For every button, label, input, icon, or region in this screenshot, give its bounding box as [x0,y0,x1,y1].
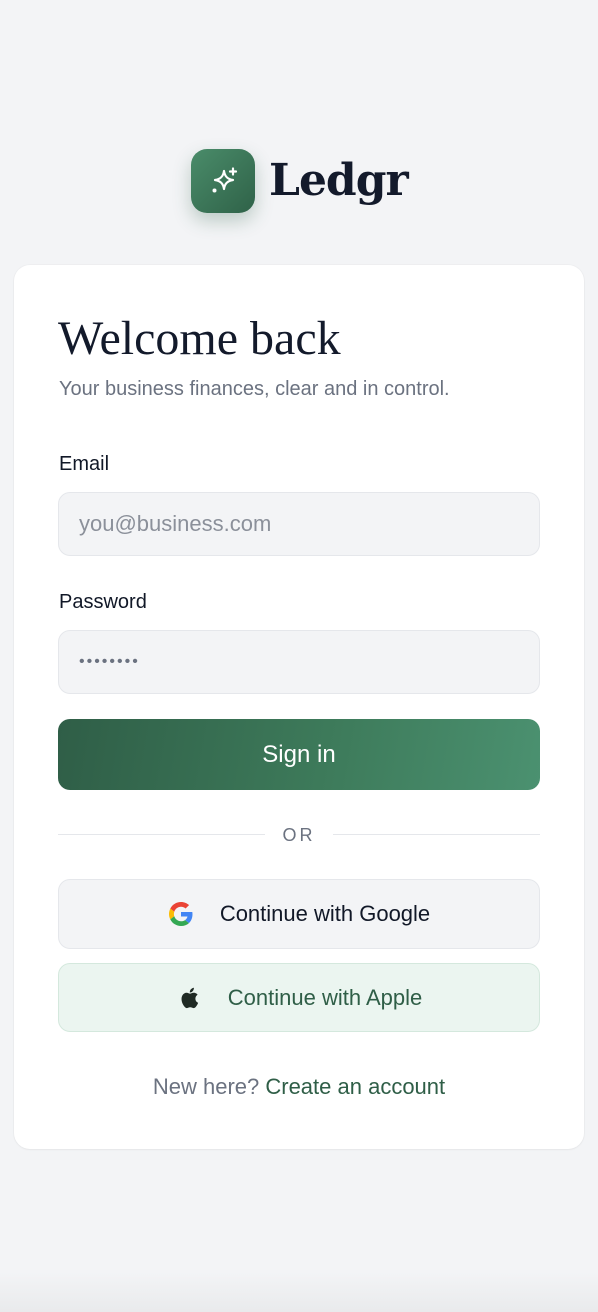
page-subtitle: Your business finances, clear and in con… [59,378,450,400]
login-card: Welcome back Your business finances, cle… [14,265,584,1149]
password-label: Password [59,591,147,613]
divider-label: OR [282,825,316,845]
password-field[interactable] [58,630,540,694]
google-icon [168,901,194,927]
continue-with-google-button[interactable]: Continue with Google [58,879,540,949]
continue-with-apple-button[interactable]: Continue with Apple [58,963,540,1032]
apple-icon [176,985,202,1011]
bottom-fade [0,1272,598,1312]
brand-header: Ledgr [191,149,409,213]
sign-in-button[interactable]: Sign in [58,719,540,790]
email-field[interactable] [58,492,540,556]
signup-prompt: New here? Create an account [58,1073,540,1101]
apple-button-label: Continue with Apple [227,984,423,1010]
email-label: Email [59,453,110,475]
sparkle-icon [212,167,238,193]
brand-name: Ledgr [269,155,409,206]
divider-line-right [333,834,540,835]
google-button-label: Continue with Google [219,901,431,926]
create-account-link[interactable]: Create an account [265,1074,445,1099]
logo-mark [191,149,255,213]
page-title: Welcome back [58,312,341,365]
signup-prompt-text: New here? [152,1074,260,1099]
or-divider: OR [58,821,540,849]
